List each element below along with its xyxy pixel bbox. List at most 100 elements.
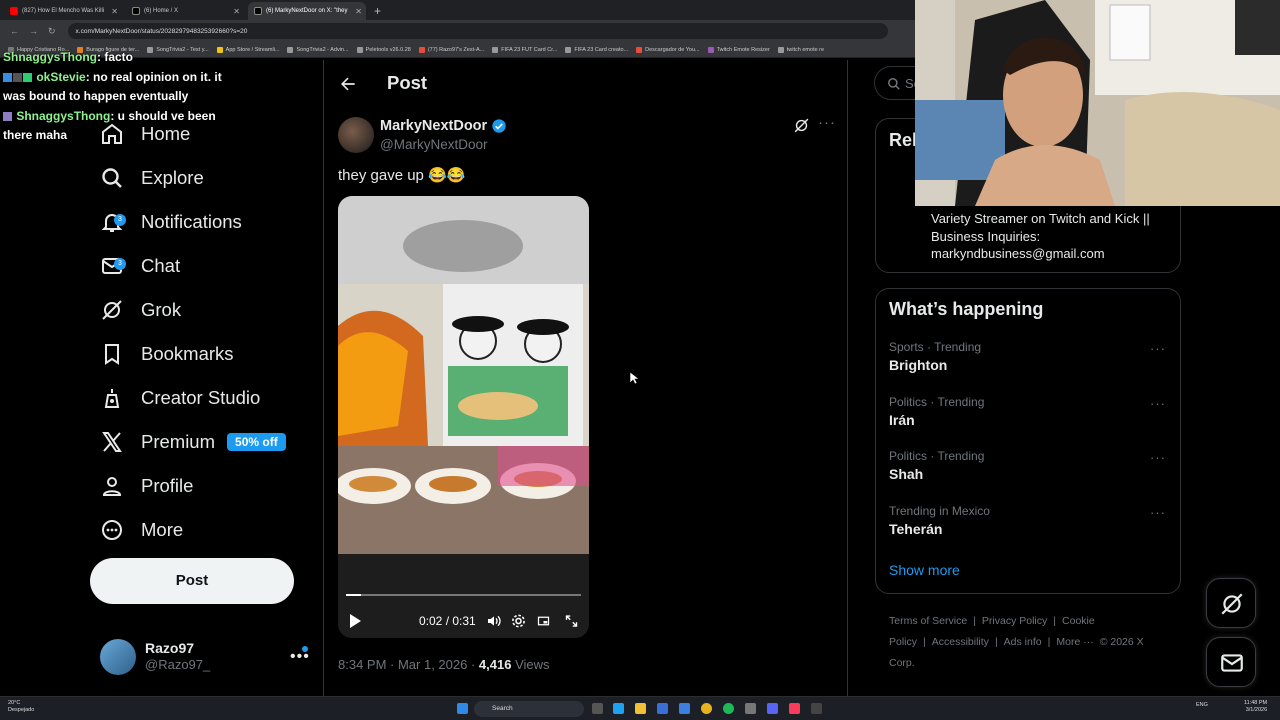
weather-widget[interactable]: 20°C Despejado (8, 700, 34, 714)
mail-app-icon[interactable] (679, 703, 690, 714)
bookmark-favicon-icon (707, 46, 714, 53)
chrome-icon[interactable] (701, 703, 712, 714)
mail-icon: 3 (100, 254, 141, 278)
show-more-link[interactable]: Show more (889, 562, 960, 578)
close-icon[interactable]: ✕ (111, 7, 118, 16)
sidebar-item-bookmarks[interactable]: Bookmarks (100, 336, 234, 372)
edge-icon[interactable] (613, 703, 624, 714)
spotify-icon[interactable] (723, 703, 734, 714)
obs-icon[interactable] (811, 703, 822, 714)
file-explorer-icon[interactable] (635, 703, 646, 714)
back-nav-icon[interactable]: ← (10, 26, 19, 36)
reload-icon[interactable]: ↻ (48, 26, 56, 37)
windows-start-icon[interactable] (457, 703, 468, 714)
account-switcher[interactable]: Razo97 @Razo97_ (100, 639, 210, 675)
video-frame (338, 196, 589, 638)
mouse-cursor-icon (630, 372, 639, 385)
url-input[interactable]: x.com/MarkyNextDoor/status/2028297948325… (67, 23, 888, 39)
new-tab-button[interactable]: + (374, 2, 381, 20)
footer-divider: | (1053, 615, 1057, 627)
bookmark-item[interactable]: Peletools v26.0.28 (356, 46, 411, 53)
badge-icon (3, 111, 12, 121)
language-indicator[interactable]: ENG (1196, 702, 1208, 708)
bookmark-item[interactable]: Descargador de You... (636, 46, 700, 53)
close-icon[interactable]: ✕ (355, 7, 362, 16)
settings-app-icon[interactable] (745, 703, 756, 714)
settings-gear-icon[interactable] (511, 613, 526, 629)
youtube-icon (10, 7, 18, 15)
forward-nav-icon[interactable]: → (29, 26, 38, 36)
taskbar-search[interactable]: Search (474, 701, 584, 717)
sidebar-item-premium[interactable]: Premium 50% off (100, 424, 286, 460)
sidebar-item-grok[interactable]: Grok (100, 292, 181, 328)
sidebar-item-profile[interactable]: Profile (100, 468, 193, 504)
clock[interactable]: 11:48 PM 3/1/2026 (1244, 700, 1267, 714)
video-player[interactable] (338, 196, 589, 638)
account-name: Razo97 (145, 640, 195, 656)
sidebar-item-label: Notifications (141, 211, 242, 232)
browser-tab[interactable]: (6) Home / X ✕ (126, 2, 244, 20)
sidebar-item-chat[interactable]: 3 Chat (100, 248, 180, 284)
author-avatar[interactable] (338, 117, 374, 153)
bookmark-item[interactable]: (77) Razo97's Zest-A... (418, 46, 484, 53)
video-progress-bar[interactable] (346, 594, 581, 596)
grok-icon (1221, 593, 1243, 615)
discord-icon[interactable] (767, 703, 778, 714)
bookmark-favicon-icon (492, 46, 499, 53)
play-icon[interactable] (348, 613, 362, 629)
bookmark-favicon-icon (418, 46, 425, 53)
sidebar-item-label: Explore (141, 167, 204, 188)
sidebar-item-explore[interactable]: Explore (100, 160, 204, 196)
footer-link[interactable]: Privacy Policy (982, 615, 1047, 627)
bookmark-item[interactable]: FIFA 23 Card creato... (565, 46, 628, 53)
creator-icon (100, 386, 141, 410)
store-icon[interactable] (657, 703, 668, 714)
close-icon[interactable]: ✕ (233, 7, 240, 16)
grok-fab-button[interactable] (1206, 578, 1256, 628)
bookmark-favicon-icon (777, 46, 784, 53)
trend-more-button[interactable]: ··· (1150, 396, 1166, 411)
trend-item[interactable]: Politics · Trending Shah (889, 449, 984, 482)
browser-tab[interactable]: (827) How El Mencho Was Killi ✕ (4, 2, 122, 20)
footer-link[interactable]: Ads info (1004, 636, 1042, 648)
fullscreen-icon[interactable] (564, 613, 579, 629)
trend-item[interactable]: Sports · Trending Brighton (889, 340, 981, 373)
picture-in-picture-icon[interactable] (536, 613, 551, 629)
bookmark-item[interactable]: Twitch Emote Resizer (707, 46, 770, 53)
footer-link[interactable]: Accessibility (932, 636, 989, 648)
video-time: 0:02 / 0:31 (419, 614, 476, 628)
bookmark-item[interactable]: SongTrivia2 - Advin... (287, 46, 349, 53)
post-button[interactable]: Post (90, 558, 294, 604)
trend-more-button[interactable]: ··· (1150, 505, 1166, 520)
sidebar-item-notifications[interactable]: 3 Notifications (100, 204, 242, 240)
bookmark-favicon-icon (636, 46, 643, 53)
author-handle[interactable]: @MarkyNextDoor (380, 137, 487, 152)
sidebar-item-label: Premium (141, 431, 216, 452)
post-more-button[interactable]: ··· (818, 114, 836, 131)
trend-more-button[interactable]: ··· (1150, 450, 1166, 465)
back-arrow-icon[interactable] (338, 74, 358, 94)
browser-tab-active[interactable]: (6) MarkyNextDoor on X: "they ✕ (248, 2, 366, 20)
post-text: they gave up 😂😂 (338, 167, 466, 184)
footer-divider: | (994, 636, 998, 648)
sidebar-item-creator-studio[interactable]: Creator Studio (100, 380, 260, 416)
author-name[interactable]: MarkyNextDoor (380, 118, 507, 134)
search-icon (100, 166, 141, 190)
music-app-icon[interactable] (789, 703, 800, 714)
bookmark-item[interactable]: FIFA 23 FUT Card Cr... (492, 46, 557, 53)
footer-link[interactable]: More ··· (1056, 636, 1093, 648)
footer-link[interactable]: Terms of Service (889, 615, 967, 627)
grok-icon[interactable] (793, 117, 810, 134)
trend-item[interactable]: Trending in Mexico Teherán (889, 504, 990, 537)
trend-item[interactable]: Politics · Trending Irán (889, 395, 984, 428)
task-view-icon[interactable] (592, 703, 603, 714)
volume-icon[interactable] (486, 613, 502, 629)
views-count: 4,416 (478, 657, 512, 672)
bookmark-item[interactable]: twitch emote re (777, 46, 824, 53)
video-progress-fill (346, 594, 362, 596)
sidebar-item-label: Chat (141, 255, 181, 276)
messages-fab-button[interactable] (1206, 637, 1256, 687)
trend-more-button[interactable]: ··· (1150, 341, 1166, 356)
footer-divider: | (973, 615, 976, 627)
sidebar-item-more[interactable]: More (100, 512, 183, 548)
